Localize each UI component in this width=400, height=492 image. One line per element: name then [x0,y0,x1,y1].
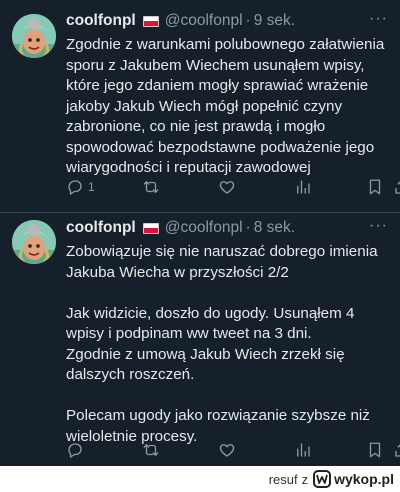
watermark-z: z [301,471,309,487]
retweet-icon [143,181,159,193]
reply-button[interactable]: 1 [66,177,95,197]
heart-icon [219,444,235,457]
heart-icon [219,181,235,194]
reply-button[interactable] [66,440,88,460]
share-icon [395,444,400,457]
display-name[interactable]: coolfonpl [66,219,136,237]
tweet[interactable]: coolfonpl @coolfonpl · 8 sek. ··· Zobowi… [0,213,400,466]
watermark: resuf z wykop.pl [269,470,394,488]
like-button[interactable] [218,440,236,460]
separator-dot: · [245,12,251,29]
retweet-icon [143,444,159,456]
watermark-site: wykop.pl [334,471,394,487]
poland-flag-icon [142,15,159,27]
reply-count: 1 [88,180,95,194]
avatar[interactable] [12,220,56,264]
tweet[interactable]: coolfonpl @coolfonpl · 9 sek. ··· Zgodni… [0,0,400,212]
reply-icon [68,443,82,458]
separator-dot: · [245,219,251,236]
retweet-button[interactable] [142,177,160,197]
timestamp[interactable]: 8 sek. [254,219,295,237]
views-icon [297,180,310,194]
poland-flag-icon [142,222,159,234]
bookmark-button[interactable] [366,177,384,197]
wykop-logo-icon [313,470,332,488]
bookmark-icon [369,179,381,195]
views-button[interactable] [294,177,312,197]
tweet-actions [66,440,400,460]
display-name[interactable]: coolfonpl [66,12,136,30]
user-handle[interactable]: @coolfonpl [165,12,243,30]
timestamp[interactable]: 9 sek. [254,12,295,30]
user-handle[interactable]: @coolfonpl [165,219,243,237]
tweet-text: Zgodnie z warunkami polubownego załatwie… [66,36,385,176]
avatar[interactable] [12,14,56,58]
retweet-button[interactable] [142,440,160,460]
tweet-text: Zobowiązuje się nie naruszać dobrego imi… [66,243,378,445]
more-options-icon[interactable]: ··· [369,217,388,235]
reply-icon [68,180,82,195]
tweet-actions: 1 [66,177,400,197]
bookmark-icon [369,442,381,458]
views-button[interactable] [294,440,312,460]
like-button[interactable] [218,177,236,197]
tweet-header: coolfonpl @coolfonpl · 9 sek. ··· [66,10,390,32]
share-button[interactable] [393,177,400,197]
views-icon [297,443,310,457]
share-button[interactable] [393,440,400,460]
more-options-icon[interactable]: ··· [369,10,388,28]
bookmark-button[interactable] [366,440,384,460]
share-icon [395,181,400,194]
watermark-bar: resuf z wykop.pl [0,466,400,492]
watermark-user: resuf [268,471,298,487]
tweet-header: coolfonpl @coolfonpl · 8 sek. ··· [66,217,390,239]
